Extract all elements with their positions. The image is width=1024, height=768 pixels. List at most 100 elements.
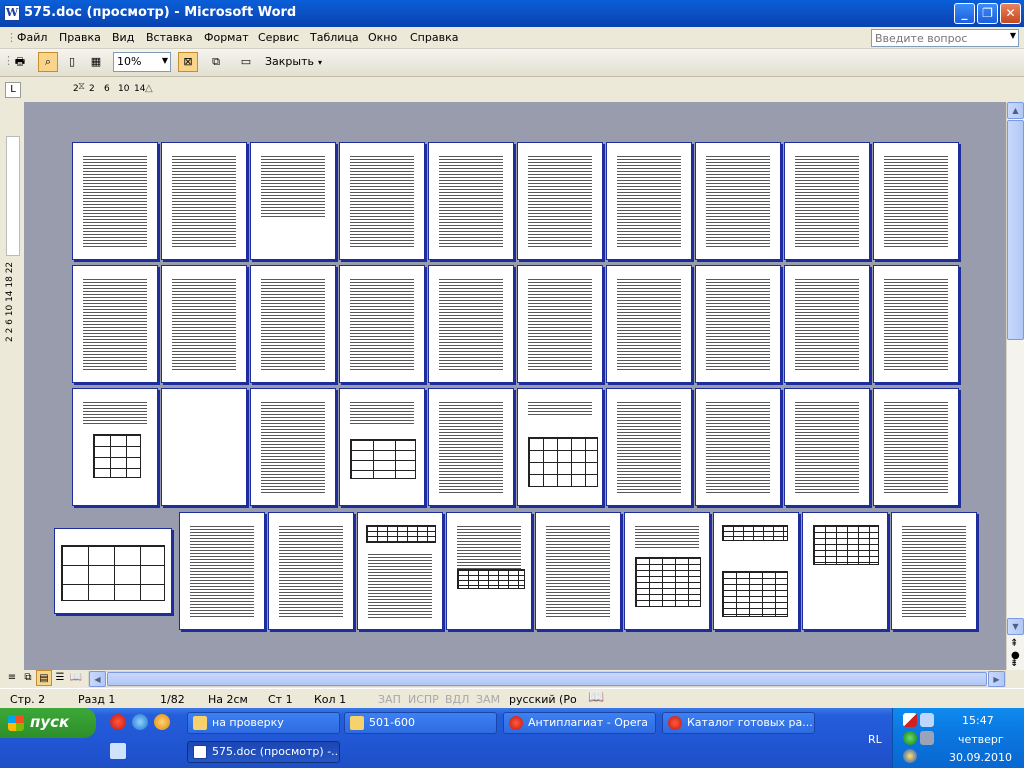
menu-view[interactable]: Вид	[112, 31, 134, 44]
menu-insert[interactable]: Вставка	[146, 31, 193, 44]
page-thumbnail[interactable]	[517, 142, 603, 260]
page-thumbnail[interactable]	[695, 388, 781, 506]
status-trk[interactable]: ИСПР	[408, 693, 439, 706]
page-thumbnail[interactable]	[873, 265, 959, 383]
page-thumbnail[interactable]	[161, 265, 247, 383]
page-thumbnail[interactable]	[161, 142, 247, 260]
page-thumbnail[interactable]	[268, 512, 354, 630]
internet-explorer-icon[interactable]	[132, 714, 148, 730]
toolbar-options-icon[interactable]: ▾	[318, 58, 322, 67]
next-page-icon[interactable]: ⇟	[1010, 658, 1018, 669]
task-501-600[interactable]: 501-600	[344, 712, 497, 734]
right-indent-icon[interactable]: △	[145, 83, 153, 94]
status-rec[interactable]: ЗАП	[378, 693, 401, 706]
page-thumbnail[interactable]	[606, 265, 692, 383]
page-thumbnail[interactable]	[54, 528, 172, 614]
shrink-to-fit-icon[interactable]: ⧉	[206, 52, 226, 72]
page-thumbnail[interactable]	[784, 142, 870, 260]
task-katalog-opera[interactable]: Каталог готовых ра...	[662, 712, 815, 734]
page-thumbnail[interactable]	[161, 388, 247, 506]
volume-icon[interactable]	[920, 731, 934, 745]
page-thumbnail[interactable]	[606, 388, 692, 506]
spelling-check-icon[interactable]: 📖	[588, 690, 604, 705]
menu-window[interactable]: Окно	[368, 31, 397, 44]
scroll-up-icon[interactable]: ▲	[1007, 102, 1024, 119]
page-thumbnail[interactable]	[357, 512, 443, 630]
vertical-scroll-thumb[interactable]	[1007, 120, 1024, 340]
multiple-pages-icon[interactable]: ▦	[86, 52, 106, 72]
network-icon[interactable]	[920, 713, 934, 727]
status-ovr[interactable]: ЗАМ	[476, 693, 500, 706]
web-view-icon[interactable]: ⧉	[20, 670, 36, 686]
page-thumbnail[interactable]	[873, 388, 959, 506]
dropdown-arrow-icon[interactable]: ▼	[1010, 31, 1016, 40]
tab-selector-icon[interactable]: L	[5, 82, 21, 98]
page-thumbnail[interactable]	[784, 388, 870, 506]
page-thumbnail[interactable]	[446, 512, 532, 630]
scroll-down-icon[interactable]: ▼	[1007, 618, 1024, 635]
page-thumbnail[interactable]	[873, 142, 959, 260]
page-thumbnail[interactable]	[535, 512, 621, 630]
page-thumbnail[interactable]	[428, 388, 514, 506]
help-search-box[interactable]: ▼	[871, 29, 1019, 47]
opera-quicklaunch-icon[interactable]	[110, 714, 126, 730]
page-thumbnail[interactable]	[428, 142, 514, 260]
page-thumbnail[interactable]	[713, 512, 799, 630]
page-thumbnail[interactable]	[72, 142, 158, 260]
task-575-doc[interactable]: 575.doc (просмотр) -...	[187, 741, 340, 763]
clock-day[interactable]: четверг	[958, 733, 1004, 746]
task-na-proverku[interactable]: на проверку	[187, 712, 340, 734]
clock-time[interactable]: 15:47	[962, 714, 994, 727]
antivirus-icon[interactable]	[903, 713, 917, 727]
page-thumbnail[interactable]	[72, 265, 158, 383]
page-thumbnail[interactable]	[179, 512, 265, 630]
horizontal-scrollbar[interactable]: ◀ ▶	[88, 671, 1006, 687]
task-antiplagiat-opera[interactable]: Антиплагиат - Opera	[503, 712, 656, 734]
page-thumbnail[interactable]	[72, 388, 158, 506]
page-thumbnail[interactable]	[339, 142, 425, 260]
restore-button[interactable]: ❐	[977, 3, 998, 24]
media-player-icon[interactable]	[154, 714, 170, 730]
page-thumbnail[interactable]	[784, 265, 870, 383]
menu-table[interactable]: Таблица	[310, 31, 359, 44]
menu-format[interactable]: Формат	[204, 31, 249, 44]
minimize-button[interactable]: _	[954, 3, 975, 24]
show-desktop-icon[interactable]	[110, 743, 126, 759]
zoom-select[interactable]: 10% ▼	[113, 52, 171, 72]
update-icon[interactable]	[903, 731, 917, 745]
page-thumbnail[interactable]	[624, 512, 710, 630]
print-icon[interactable]: 🖶	[10, 52, 30, 72]
outline-view-icon[interactable]: ☰	[52, 670, 68, 686]
menu-tools[interactable]: Сервис	[258, 31, 299, 44]
previous-page-icon[interactable]: ⇞	[1010, 638, 1018, 649]
one-page-icon[interactable]: ▯	[62, 52, 82, 72]
print-layout-view-icon[interactable]: ▤	[36, 670, 52, 686]
close-preview-button[interactable]: Закрыть	[262, 52, 317, 72]
page-thumbnail[interactable]	[606, 142, 692, 260]
reading-view-icon[interactable]: 📖	[68, 670, 84, 686]
normal-view-icon[interactable]: ≡	[4, 670, 20, 686]
page-thumbnail[interactable]	[517, 265, 603, 383]
full-screen-icon[interactable]: ▭	[236, 52, 256, 72]
page-thumbnail[interactable]	[695, 265, 781, 383]
close-button[interactable]: ✕	[1000, 3, 1021, 24]
page-thumbnail[interactable]	[802, 512, 888, 630]
menu-edit[interactable]: Правка	[59, 31, 101, 44]
page-thumbnail[interactable]	[517, 388, 603, 506]
help-search-input[interactable]	[872, 30, 1002, 46]
horizontal-scroll-thumb[interactable]	[107, 672, 987, 686]
page-thumbnail[interactable]	[339, 388, 425, 506]
start-button[interactable]: пуск	[0, 708, 96, 738]
word-app-icon[interactable]: W	[4, 5, 20, 21]
status-language[interactable]: русский (Ро	[509, 693, 577, 706]
view-ruler-icon[interactable]: ⊠	[178, 52, 198, 72]
chevron-down-icon[interactable]: ▼	[162, 56, 168, 65]
clock-date[interactable]: 30.09.2010	[949, 751, 1012, 764]
page-thumbnail[interactable]	[250, 142, 336, 260]
menu-help[interactable]: Справка	[410, 31, 458, 44]
page-thumbnail[interactable]	[250, 265, 336, 383]
tray-app-icon[interactable]	[903, 749, 917, 763]
page-thumbnail[interactable]	[695, 142, 781, 260]
magnifier-icon[interactable]: ⌕	[38, 52, 58, 72]
indent-marker-icon[interactable]: ⧖	[78, 81, 85, 92]
